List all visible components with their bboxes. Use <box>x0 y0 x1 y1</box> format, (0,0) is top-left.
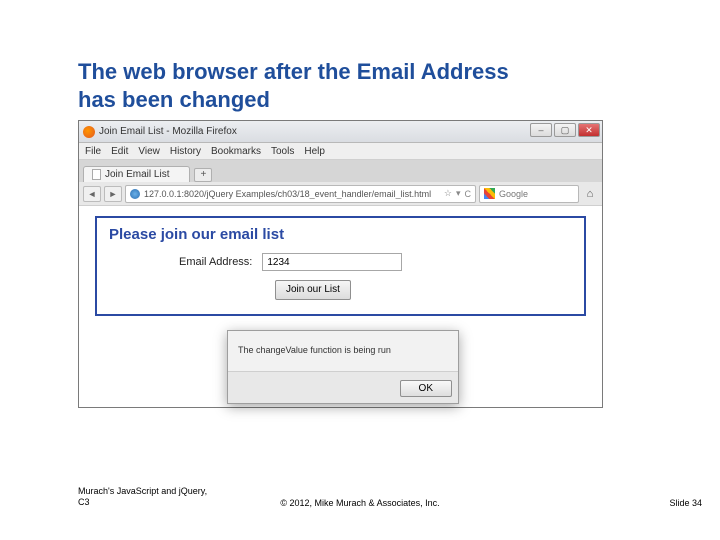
page-icon <box>92 169 101 180</box>
back-button[interactable]: ◄ <box>83 186 101 202</box>
email-label: Email Address: <box>179 256 252 268</box>
email-panel: Please join our email list Email Address… <box>95 216 586 316</box>
menubar: File Edit View History Bookmarks Tools H… <box>79 143 602 160</box>
alert-dialog: The changeValue function is being run OK <box>227 330 459 404</box>
url-dropdown-icon[interactable]: ▾ <box>456 188 461 199</box>
menu-help[interactable]: Help <box>304 146 325 157</box>
slide-title-line2: has been changed <box>78 87 270 112</box>
tab-join-email-list[interactable]: Join Email List <box>83 166 190 182</box>
search-placeholder: Google <box>499 189 528 199</box>
window-title: Join Email List - Mozilla Firefox <box>99 126 237 137</box>
titlebar: Join Email List - Mozilla Firefox – ▢ ✕ <box>79 121 602 143</box>
window-controls: – ▢ ✕ <box>530 123 600 137</box>
url-text: 127.0.0.1:8020/jQuery Examples/ch03/18_e… <box>144 189 444 199</box>
navbar: ◄ ► 127.0.0.1:8020/jQuery Examples/ch03/… <box>79 182 602 206</box>
tab-label: Join Email List <box>105 169 169 180</box>
slide-title-line1: The web browser after the Email Address <box>78 59 509 84</box>
footer-book: Murach's JavaScript and jQuery, <box>78 486 207 496</box>
google-icon <box>484 188 495 199</box>
alert-message: The changeValue function is being run <box>228 331 458 371</box>
bookmark-star-icon[interactable]: ☆ <box>444 188 452 199</box>
menu-history[interactable]: History <box>170 146 201 157</box>
search-input[interactable]: Google <box>479 185 579 203</box>
url-controls: ☆ ▾ C <box>444 188 471 199</box>
footer-slide-number: Slide 34 <box>669 498 702 508</box>
maximize-button[interactable]: ▢ <box>554 123 576 137</box>
slide-title: The web browser after the Email Address … <box>78 58 509 113</box>
close-button[interactable]: ✕ <box>578 123 600 137</box>
alert-ok-button[interactable]: OK <box>400 380 452 397</box>
globe-icon <box>130 189 140 199</box>
firefox-icon <box>83 126 95 138</box>
minimize-button[interactable]: – <box>530 123 552 137</box>
footer-copyright: © 2012, Mike Murach & Associates, Inc. <box>0 498 720 508</box>
menu-bookmarks[interactable]: Bookmarks <box>211 146 261 157</box>
forward-button[interactable]: ► <box>104 186 122 202</box>
reload-icon[interactable]: C <box>465 189 472 199</box>
alert-footer: OK <box>228 371 458 403</box>
join-list-button[interactable]: Join our List <box>275 280 351 300</box>
url-input[interactable]: 127.0.0.1:8020/jQuery Examples/ch03/18_e… <box>125 185 476 203</box>
menu-tools[interactable]: Tools <box>271 146 294 157</box>
menu-edit[interactable]: Edit <box>111 146 128 157</box>
email-field[interactable] <box>262 253 402 271</box>
new-tab-button[interactable]: + <box>194 168 212 182</box>
page-content: Please join our email list Email Address… <box>79 206 602 407</box>
browser-window: Join Email List - Mozilla Firefox – ▢ ✕ … <box>78 120 603 408</box>
page-heading: Please join our email list <box>109 226 572 243</box>
menu-view[interactable]: View <box>138 146 160 157</box>
email-row: Email Address: <box>179 253 572 271</box>
menu-file[interactable]: File <box>85 146 101 157</box>
tabstrip: Join Email List + <box>79 160 602 182</box>
home-button[interactable]: ⌂ <box>582 186 598 202</box>
